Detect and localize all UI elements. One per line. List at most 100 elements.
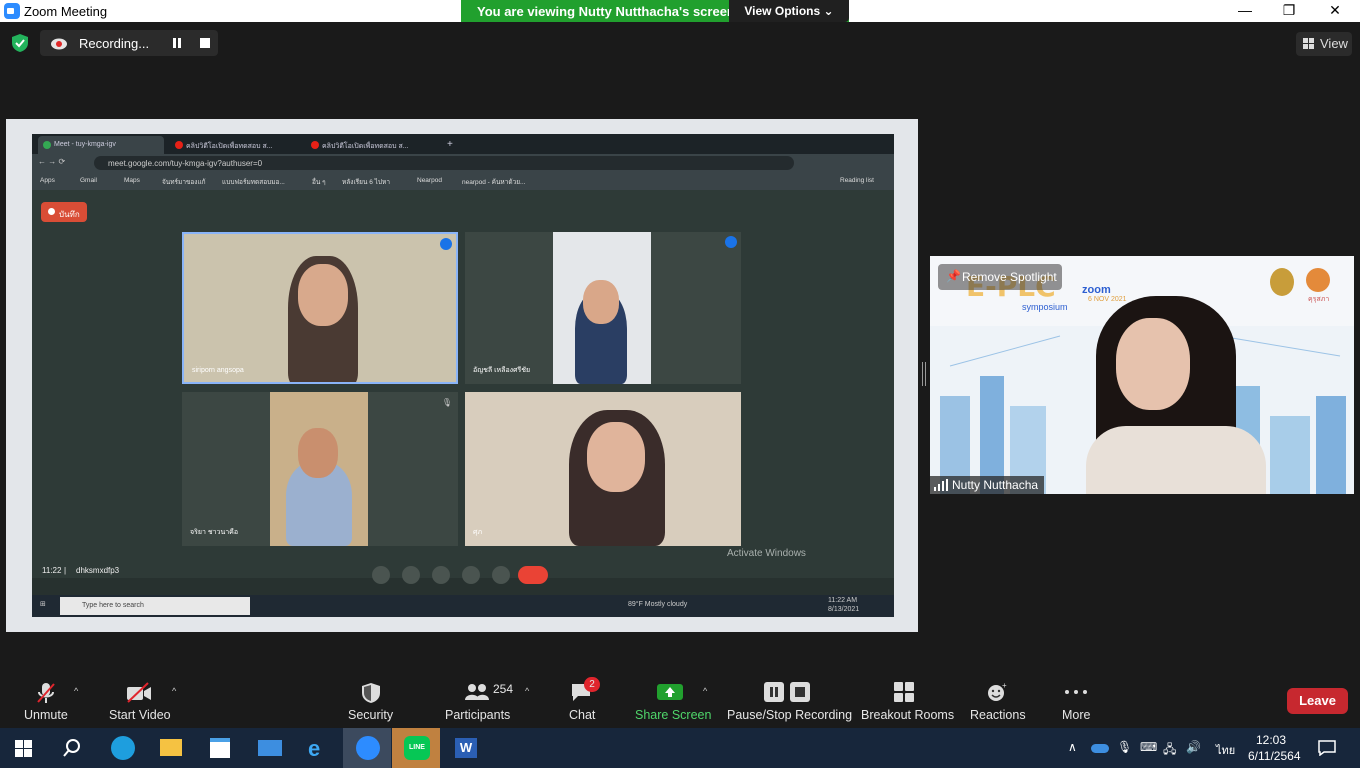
meet-now-icon[interactable]: ⌨ bbox=[1140, 740, 1157, 754]
share-screen-label: Share Screen bbox=[635, 708, 712, 722]
mic-tray-icon[interactable]: 🎙 bbox=[1117, 740, 1132, 754]
weather-text: 89°F Mostly cloudy bbox=[628, 601, 688, 608]
maximize-button[interactable]: ❐ bbox=[1266, 0, 1312, 22]
remove-spotlight-button[interactable]: 📌 Remove Spotlight bbox=[938, 264, 1062, 290]
store-icon[interactable] bbox=[196, 728, 244, 768]
youtube-favicon-icon bbox=[175, 141, 183, 149]
windows-start-icon[interactable] bbox=[15, 740, 32, 757]
start-icon: ⊞ bbox=[40, 601, 46, 608]
unmute-button[interactable]: Unmute bbox=[18, 672, 74, 728]
browser-tab: คลิปวิดีโอเปิดเพื่อทดสอบ ส... bbox=[170, 136, 302, 154]
reactions-label: Reactions bbox=[970, 708, 1026, 722]
meet-record-chip: บันทึก bbox=[41, 202, 87, 222]
pin-icon: 📌 bbox=[946, 269, 961, 283]
meet-hand-icon bbox=[432, 566, 450, 584]
view-options-button[interactable]: View Options ⌄ bbox=[729, 0, 849, 22]
meet-present-icon bbox=[462, 566, 480, 584]
taskbar-search-box: Type here to search bbox=[60, 597, 250, 615]
participants-button[interactable]: 254 Participants bbox=[440, 672, 514, 728]
edge-app-icon[interactable] bbox=[98, 728, 146, 768]
remove-spotlight-label: Remove Spotlight bbox=[962, 270, 1057, 284]
tray-overflow-chevron-icon[interactable]: ∧ bbox=[1068, 740, 1077, 754]
participant-tile: 🎙 จริยา ชาวนาคือ bbox=[182, 392, 458, 546]
line-app-label: LINE bbox=[404, 736, 430, 760]
grid-view-icon bbox=[1303, 38, 1314, 49]
view-button[interactable]: View bbox=[1296, 32, 1352, 56]
window-title: Zoom Meeting bbox=[24, 4, 108, 19]
start-video-button[interactable]: Start Video bbox=[104, 672, 174, 728]
kurusapha-text: คุรุสภา bbox=[1308, 296, 1330, 303]
security-button[interactable]: Security bbox=[344, 672, 398, 728]
panel-resize-handle[interactable] bbox=[922, 362, 926, 386]
bookmark: Nearpod bbox=[417, 177, 442, 184]
zoom-taskbar-icon[interactable] bbox=[343, 728, 391, 768]
bookmark: Reading list bbox=[840, 177, 874, 184]
shared-screen[interactable]: Meet - tuy-kmga-igv คลิปวิดีโอเปิดเพื่อท… bbox=[6, 119, 918, 632]
mail-icon[interactable] bbox=[245, 728, 293, 768]
taskbar-date[interactable]: 6/11/2564 bbox=[1248, 749, 1301, 763]
browser-tab-label: คลิปวิดีโอเปิดเพื่อทดสอบ ส... bbox=[186, 143, 273, 150]
participants-count: 254 bbox=[493, 682, 514, 696]
stop-recording-icon[interactable] bbox=[200, 38, 210, 48]
bookmarks-bar: Apps Gmail Maps จันทร์มาของแก้ แบบฟอร์มท… bbox=[32, 172, 894, 190]
chat-label: Chat bbox=[569, 708, 596, 722]
meet-favicon-icon bbox=[43, 141, 51, 149]
participant-face bbox=[298, 264, 348, 326]
signal-strength-icon bbox=[934, 479, 948, 491]
zoom-logo: zoom bbox=[1082, 284, 1111, 296]
bookmark: Maps bbox=[124, 177, 140, 184]
video-options-caret-icon[interactable]: ^ bbox=[172, 686, 176, 696]
network-icon[interactable]: 🖧 bbox=[1163, 740, 1176, 761]
audio-options-caret-icon[interactable]: ^ bbox=[74, 686, 78, 696]
taskbar-time[interactable]: 12:03 bbox=[1256, 733, 1286, 747]
bookmark: จันทร์มาของแก้ bbox=[162, 179, 206, 186]
seal-logo-icon bbox=[1270, 268, 1294, 296]
view-options-label: View Options bbox=[744, 4, 821, 18]
participant-name: อัญชลี เหลืองศรีชัย bbox=[473, 367, 531, 374]
word-app-icon[interactable]: W bbox=[441, 728, 489, 768]
bookmark: แบบฟอร์มทดสอบมอ... bbox=[222, 179, 285, 186]
speaker-face bbox=[1116, 318, 1190, 410]
meet-hangup-icon bbox=[518, 566, 548, 584]
share-screen-button[interactable]: Share Screen bbox=[632, 672, 712, 728]
breakout-rooms-button[interactable]: Breakout Rooms bbox=[858, 672, 955, 728]
browser-tab-label: Meet - tuy-kmga-igv bbox=[54, 141, 116, 148]
bookmark: อื่น ๆ bbox=[312, 179, 326, 186]
internet-explorer-icon[interactable]: e bbox=[294, 728, 342, 768]
spotlight-video[interactable]: E-PLC zoom symposium 6 NOV 2021 คุรุสภา … bbox=[930, 256, 1354, 494]
leave-button[interactable]: Leave bbox=[1287, 688, 1348, 714]
browser-tab: คลิปวิดีโอเปิดเพื่อทดสอบ ส... bbox=[306, 136, 438, 154]
security-label: Security bbox=[348, 708, 394, 722]
zoom-app-icon bbox=[4, 3, 20, 19]
onedrive-icon[interactable] bbox=[1091, 744, 1109, 753]
line-app-icon[interactable]: LINE bbox=[392, 728, 440, 768]
symposium-text: symposium bbox=[1022, 302, 1068, 312]
language-indicator[interactable]: ไทย bbox=[1216, 741, 1235, 759]
chat-button[interactable]: 2 Chat bbox=[562, 672, 602, 728]
viewing-banner-text: You are viewing Nutty Nutthacha's screen bbox=[477, 4, 735, 19]
close-button[interactable]: ✕ bbox=[1312, 0, 1358, 22]
participant-name: ศุภ bbox=[473, 529, 483, 536]
more-button[interactable]: More bbox=[1056, 672, 1096, 728]
browser-tab-label: คลิปวิดีโอเปิดเพื่อทดสอบ ส... bbox=[322, 143, 409, 150]
youtube-favicon-icon bbox=[311, 141, 319, 149]
pause-recording-icon[interactable] bbox=[172, 38, 182, 48]
more-dots-icon bbox=[1065, 690, 1087, 694]
file-explorer-icon[interactable] bbox=[147, 728, 195, 768]
reactions-button[interactable]: + Reactions bbox=[966, 672, 1026, 728]
participants-caret-icon[interactable]: ^ bbox=[525, 686, 529, 696]
encryption-shield-icon[interactable] bbox=[12, 34, 28, 52]
breakout-rooms-label: Breakout Rooms bbox=[861, 708, 955, 722]
url-text: meet.google.com/tuy-kmga-igv?authuser=0 bbox=[108, 159, 263, 168]
meeting-toolbar: Unmute ^ Start Video ^ Security 254 Part… bbox=[0, 672, 1360, 728]
bookmark: หลังเรียน 6 ไปหา bbox=[342, 179, 390, 186]
search-icon[interactable] bbox=[63, 739, 81, 757]
volume-icon[interactable]: 🔊 bbox=[1186, 740, 1201, 754]
viewing-banner: You are viewing Nutty Nutthacha's screen… bbox=[461, 0, 849, 22]
participant-tile: siriporn angsopa bbox=[182, 232, 458, 384]
share-options-caret-icon[interactable]: ^ bbox=[703, 686, 707, 696]
minimize-button[interactable]: — bbox=[1222, 0, 1268, 22]
bookmark: Apps bbox=[40, 177, 55, 184]
notifications-icon[interactable] bbox=[1318, 740, 1336, 756]
pause-stop-recording-button[interactable]: Pause/Stop Recording bbox=[724, 672, 852, 728]
